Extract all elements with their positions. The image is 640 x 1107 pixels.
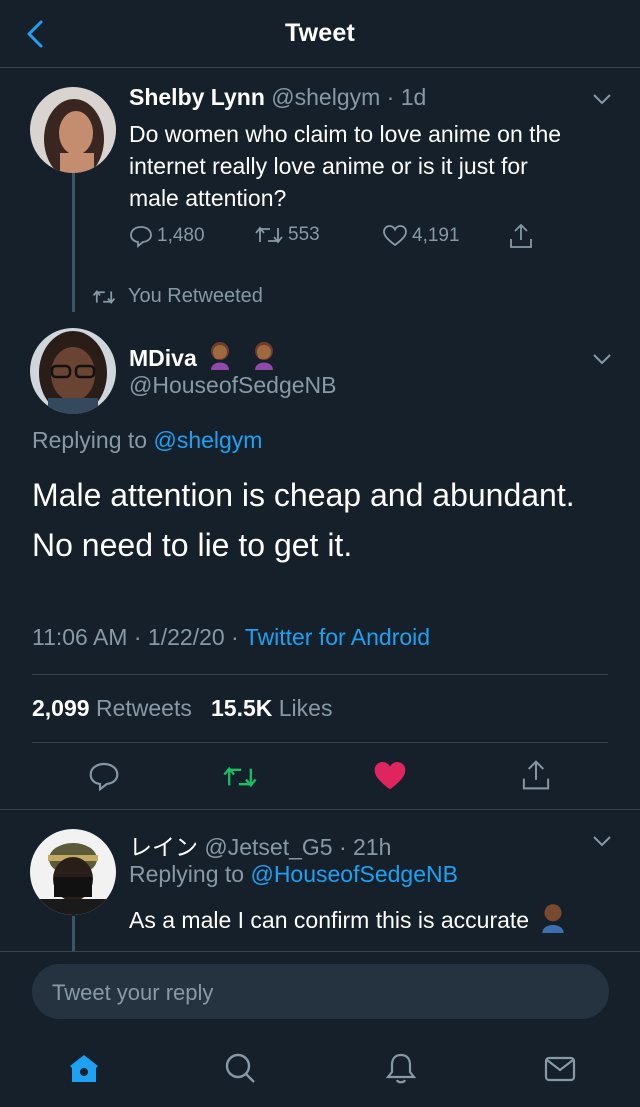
- tweet-text-line: No need to lie to get it.: [32, 527, 353, 563]
- author-handle[interactable]: @Jetset_G5: [204, 834, 332, 860]
- tweet-source[interactable]: Twitter for Android: [245, 624, 430, 650]
- retweet-button[interactable]: 553: [254, 224, 320, 246]
- share-button[interactable]: [508, 222, 538, 250]
- tweet-text-line: Male attention is cheap and abundant.: [32, 477, 575, 513]
- retweeted-label: You Retweeted: [128, 285, 263, 307]
- replying-to: Replying to @HouseofSedgeNB: [129, 861, 458, 888]
- tweet-header: Shelby Lynn @shelgym · 1d: [129, 84, 426, 111]
- chevron-down-icon[interactable]: [592, 352, 612, 365]
- reply-icon: [89, 762, 119, 792]
- chevron-down-icon[interactable]: [592, 92, 612, 105]
- tweet-text-line: male attention?: [129, 185, 287, 211]
- reply-placeholder: Tweet your reply: [52, 980, 214, 1005]
- replying-to-handle[interactable]: @HouseofSedgeNB: [250, 861, 457, 887]
- author-name[interactable]: レイン: [129, 834, 198, 860]
- thread-line: [72, 170, 75, 312]
- tweet-time: · 1d: [386, 84, 427, 110]
- like-button[interactable]: 4,191: [382, 224, 460, 248]
- likes-stat[interactable]: 15.5K Likes: [211, 695, 332, 721]
- man-facepalm-emoji: [537, 901, 569, 939]
- share-icon: [510, 223, 532, 248]
- woman-facepalm-emoji: [249, 340, 279, 376]
- messages-envelope-icon[interactable]: [542, 1050, 578, 1086]
- author-handle[interactable]: @HouseofSedgeNB: [129, 372, 336, 399]
- tweet-time: 11:06 AM: [32, 624, 128, 650]
- thread-line: [72, 916, 75, 952]
- retweet-small-icon: [92, 289, 116, 304]
- replying-to-handle[interactable]: @shelgym: [153, 427, 262, 453]
- divider: [32, 742, 608, 743]
- reply-input[interactable]: Tweet your reply: [32, 964, 609, 1019]
- home-icon[interactable]: [66, 1050, 102, 1086]
- avatar-mdiva[interactable]: [30, 328, 116, 414]
- retweet-icon: [223, 766, 257, 788]
- reply-count: 1,480: [157, 225, 205, 246]
- replying-prefix: Replying to: [32, 427, 148, 453]
- reply-button[interactable]: [88, 760, 120, 797]
- notifications-bell-icon[interactable]: [383, 1050, 419, 1086]
- retweet-count: 553: [288, 224, 320, 245]
- tweet-meta: 11:06 AM · 1/22/20 · Twitter for Android: [32, 624, 430, 651]
- search-icon[interactable]: [222, 1050, 258, 1086]
- tweet-text-line: As a male I can confirm this is accurate: [129, 906, 530, 933]
- bottom-tab-bar: [0, 1028, 640, 1107]
- tweet-date: · 1/22/20 ·: [133, 624, 239, 650]
- tweet-header: レイン @Jetset_G5 · 21h: [129, 828, 391, 862]
- replying-prefix: Replying to: [129, 861, 245, 887]
- tweet-time: · 21h: [338, 834, 392, 860]
- author-name[interactable]: MDiva: [129, 345, 197, 372]
- woman-facepalm-emoji: [205, 340, 235, 376]
- tweet-text-line: internet really love anime or is it just…: [129, 153, 528, 179]
- like-count: 4,191: [412, 225, 460, 246]
- page-title: Tweet: [285, 19, 355, 47]
- retweeted-indicator: You Retweeted: [92, 285, 263, 308]
- chevron-down-icon[interactable]: [592, 834, 612, 847]
- retweets-stat[interactable]: 2,099 Retweets: [32, 695, 192, 721]
- divider: [0, 951, 640, 952]
- like-button[interactable]: [372, 760, 408, 797]
- share-icon: [522, 760, 550, 790]
- main-tweet-text: Male attention is cheap and abundant. No…: [32, 470, 575, 570]
- avatar-rein[interactable]: [30, 829, 116, 915]
- author-handle[interactable]: @shelgym: [271, 84, 380, 110]
- author-name[interactable]: Shelby Lynn: [129, 84, 265, 110]
- reply-icon: [130, 226, 152, 248]
- divider: [0, 809, 640, 810]
- tweet-text: Do women who claim to love anime on the …: [129, 118, 561, 214]
- top-bar: Tweet: [0, 0, 640, 68]
- retweet-button[interactable]: [222, 763, 258, 796]
- heart-icon: [383, 225, 407, 247]
- retweet-icon: [255, 226, 283, 244]
- heart-filled-icon: [374, 762, 406, 790]
- main-author-row: MDiva: [129, 340, 279, 376]
- divider: [32, 674, 608, 675]
- engagement-stats: 2,099 Retweets 15.5K Likes: [32, 695, 332, 722]
- reply-tweet-text: As a male I can confirm this is accurate: [129, 901, 569, 939]
- share-button[interactable]: [520, 758, 552, 797]
- reply-button[interactable]: 1,480: [129, 224, 205, 248]
- tweet-text-line: Do women who claim to love anime on the: [129, 121, 562, 147]
- replying-to: Replying to @shelgym: [32, 427, 262, 454]
- avatar-shelby[interactable]: [30, 87, 116, 173]
